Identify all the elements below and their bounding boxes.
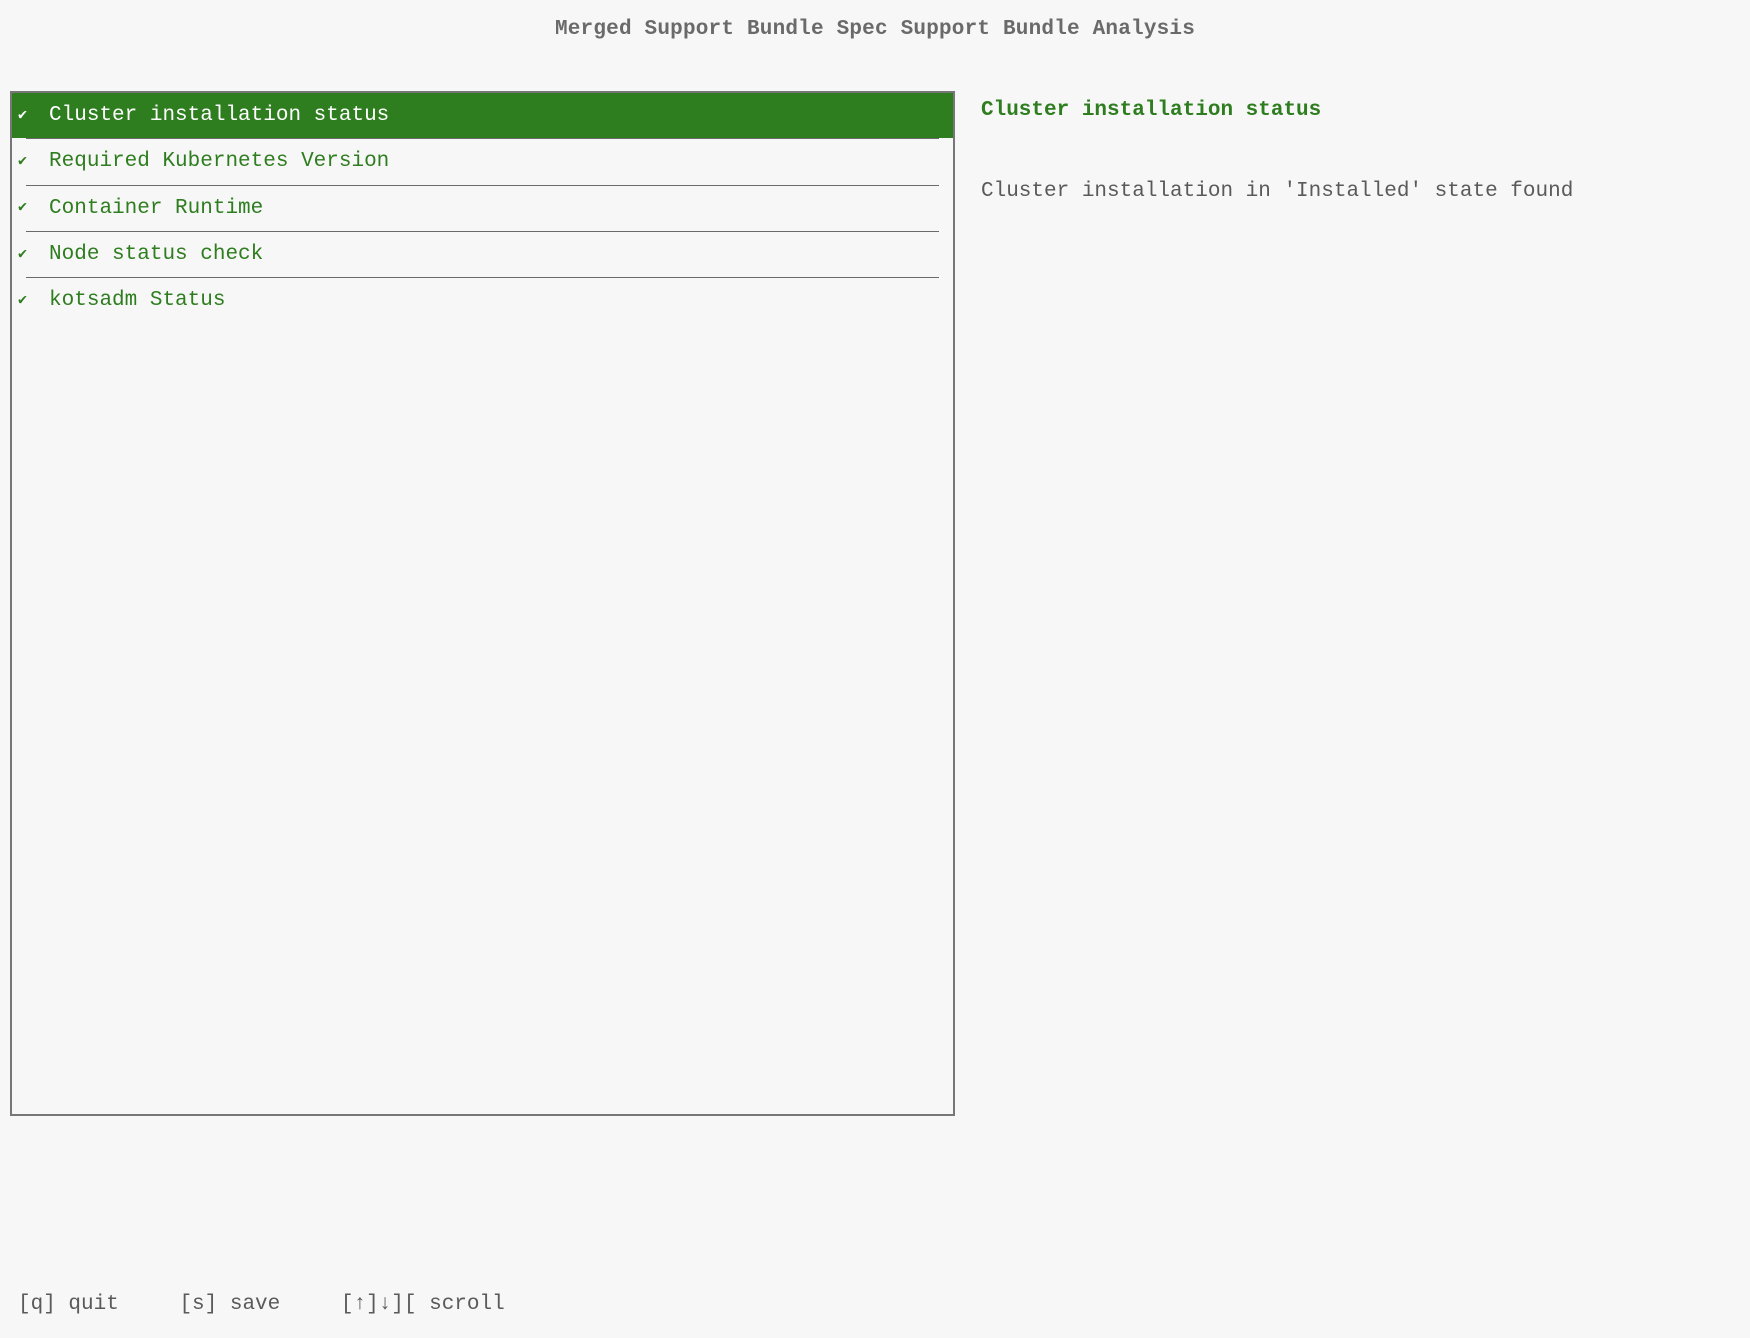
check-item-label: Node status check bbox=[49, 241, 263, 268]
hint-save: [s] save bbox=[179, 1293, 280, 1316]
detail-panel: Cluster installation status Cluster inst… bbox=[955, 91, 1740, 1116]
checkmark-icon: ✔ bbox=[18, 106, 27, 126]
page-title: Merged Support Bundle Spec Support Bundl… bbox=[0, 0, 1750, 91]
page-title-text: Merged Support Bundle Spec Support Bundl… bbox=[555, 18, 1195, 41]
hint-scroll: [↑]↓][ scroll bbox=[341, 1293, 505, 1316]
check-item-label: kotsadm Status bbox=[49, 287, 225, 314]
keyboard-hints: [q] quit [s] save [↑]↓][ scroll bbox=[18, 1293, 553, 1316]
detail-body: Cluster installation in 'Installed' stat… bbox=[981, 180, 1740, 203]
checkmark-icon: ✔ bbox=[18, 198, 27, 218]
check-item-label: Container Runtime bbox=[49, 195, 263, 222]
check-item-kotsadm-status[interactable]: ✔ kotsadm Status bbox=[12, 278, 953, 323]
hint-quit: [q] quit bbox=[18, 1293, 119, 1316]
checkmark-icon: ✔ bbox=[18, 245, 27, 265]
check-item-container-runtime[interactable]: ✔ Container Runtime bbox=[12, 186, 953, 231]
checkmark-icon: ✔ bbox=[18, 152, 27, 172]
main-layout: ✔ Cluster installation status ✔ Required… bbox=[0, 91, 1750, 1116]
checks-list-panel[interactable]: ✔ Cluster installation status ✔ Required… bbox=[10, 91, 955, 1116]
check-item-required-kubernetes-version[interactable]: ✔ Required Kubernetes Version bbox=[12, 139, 953, 184]
check-item-node-status-check[interactable]: ✔ Node status check bbox=[12, 232, 953, 277]
checkmark-icon: ✔ bbox=[18, 291, 27, 311]
check-item-cluster-installation-status[interactable]: ✔ Cluster installation status bbox=[12, 93, 953, 138]
detail-title: Cluster installation status bbox=[981, 99, 1740, 122]
check-item-label: Cluster installation status bbox=[49, 102, 389, 129]
check-item-label: Required Kubernetes Version bbox=[49, 148, 389, 175]
